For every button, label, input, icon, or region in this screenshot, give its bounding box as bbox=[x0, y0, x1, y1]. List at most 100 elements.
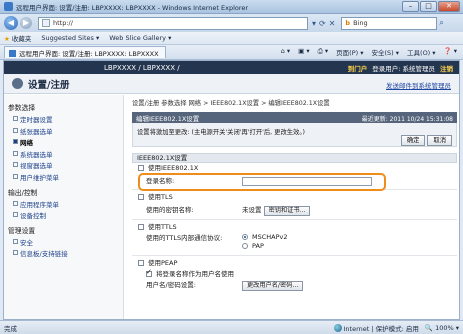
url-input[interactable]: http:// bbox=[38, 16, 308, 30]
panel-header: 编辑IEEE802.1X设置 最近更新: 2011 10/24 15:31:08 bbox=[132, 112, 457, 123]
dropdown-icon[interactable]: ▾ bbox=[312, 19, 316, 28]
status-right: Internet | 保护模式: 启用 🔍 100% ▾ bbox=[333, 323, 463, 333]
sidebar-item-paper[interactable]: 纸张器选单 bbox=[8, 126, 123, 138]
sidebar-item-timer[interactable]: 定时器设置 bbox=[8, 114, 123, 126]
sidebar-item-security[interactable]: 安全 bbox=[8, 237, 123, 249]
star-icon: ★ bbox=[4, 35, 10, 43]
page-icon bbox=[42, 19, 50, 27]
ttls-protocol-row: 使用的TTLS内部通信协议: MSCHAPv2 PAP bbox=[132, 233, 457, 253]
login-name-row: 登录名称: bbox=[132, 173, 457, 191]
security-zone: Internet | 保护模式: 启用 bbox=[333, 323, 419, 333]
login-user: 登录用户: 系统管理员 bbox=[372, 65, 435, 73]
use-ieee-label: 使用IEEE802.1X bbox=[148, 164, 199, 172]
feeds-icon[interactable]: ▣ ▾ bbox=[298, 47, 309, 57]
use-ttls-checkbox[interactable] bbox=[138, 224, 144, 230]
cancel-button[interactable]: 取消 bbox=[427, 135, 452, 146]
sidebar-group-preferences: 参数选择 bbox=[8, 104, 36, 112]
form-buttons: 确定 取消 bbox=[400, 135, 452, 146]
tls-key-value: 未设置 密钥和证书... bbox=[242, 203, 311, 217]
back-button[interactable]: ◀ bbox=[4, 16, 18, 30]
radio-pap[interactable] bbox=[242, 243, 248, 249]
last-updated: 最近更新: 2011 10/24 15:31:08 bbox=[361, 116, 453, 123]
suggested-sites-link[interactable]: Suggested Sites ▾ bbox=[41, 34, 99, 42]
help-menu[interactable]: ❓ ▾ bbox=[444, 47, 457, 57]
use-peap-row: 使用PEAP bbox=[132, 258, 457, 269]
use-ttls-row: 使用TTLS bbox=[132, 222, 457, 233]
favorites-bar: ★ 收藏夹 Suggested Sites ▾ Web Slice Galler… bbox=[0, 32, 463, 45]
use-tls-row: 使用TLS bbox=[132, 192, 457, 203]
window-titlebar: 远程用户界面: 设置/注册: LBPXXXX: LBPXXXX - Window… bbox=[0, 0, 463, 14]
status-text: 完成 bbox=[4, 324, 17, 333]
print-icon[interactable]: ⎙ ▾ bbox=[318, 47, 329, 57]
address-bar: ◀ ▶ http:// ▾ ⟳ ✕ b Bing ⌕ bbox=[0, 14, 463, 32]
breadcrumb: 设置/注册 参数选择 网络 > IEEE802.1X设置 > 编辑IEEE802… bbox=[132, 100, 330, 107]
stop-icon[interactable]: ✕ bbox=[329, 19, 336, 28]
ttls-options: MSCHAPv2 PAP bbox=[242, 233, 288, 251]
page-title: 设置/注册 bbox=[28, 79, 70, 91]
divider bbox=[132, 255, 457, 256]
maximize-button[interactable]: □ bbox=[420, 1, 437, 12]
portal-link[interactable]: 到门户 bbox=[348, 63, 368, 73]
tls-key-label: 使用的密钥名称: bbox=[146, 206, 194, 214]
web-slice-gallery-link[interactable]: Web Slice Gallery ▾ bbox=[109, 34, 171, 42]
divider bbox=[132, 219, 457, 220]
refresh-icon[interactable]: ⟳ bbox=[319, 19, 326, 28]
change-user-button[interactable]: 更改用户名/密码... bbox=[242, 281, 304, 291]
notice-text: 设置将激加至更改: (主电源开关'关闭'再'打开'后, 更改生效。) bbox=[137, 129, 305, 136]
tab-bar: 远程用户界面: 设置/注册: LBPXXXX: LBPXXXX ⌂ ▾ ▣ ▾ … bbox=[0, 45, 463, 60]
close-button[interactable]: ✕ bbox=[438, 1, 460, 12]
section-header: IEEE802.1X设置 bbox=[132, 153, 457, 163]
page-menu[interactable]: 页面(P) ▾ bbox=[336, 47, 363, 57]
forward-button[interactable]: ▶ bbox=[20, 17, 32, 29]
tab-icon bbox=[9, 49, 16, 57]
page-header: 设置/注册 发送邮件到系统管理员 bbox=[4, 74, 459, 94]
tls-key-row: 使用的密钥名称: 未设置 密钥和证书... bbox=[132, 203, 457, 217]
sidebar-item-user-maintenance[interactable]: 用户维护菜单 bbox=[8, 172, 123, 184]
ttls-option-mschapv2[interactable]: MSCHAPv2 bbox=[242, 233, 288, 242]
url-text: http:// bbox=[53, 19, 73, 27]
use-login-as-user-checkbox[interactable] bbox=[146, 267, 152, 278]
sidebar-item-applications[interactable]: 应用程序菜单 bbox=[8, 199, 123, 211]
sidebar: 参数选择 定时器设置 纸张器选单 网络 系统器选单 视窗器选单 用户维护菜单 输… bbox=[4, 95, 124, 319]
tools-menu[interactable]: 工具(O) ▾ bbox=[407, 47, 436, 57]
window-controls: – □ ✕ bbox=[402, 1, 460, 12]
home-icon[interactable]: ⌂ ▾ bbox=[281, 47, 290, 57]
use-tls-checkbox[interactable] bbox=[138, 194, 144, 200]
ttls-option-pap[interactable]: PAP bbox=[242, 242, 288, 251]
zoom-level[interactable]: 🔍 100% ▾ bbox=[425, 324, 459, 332]
browser-tab[interactable]: 远程用户界面: 设置/注册: LBPXXXX: LBPXXXX bbox=[4, 46, 166, 58]
ok-button[interactable]: 确定 bbox=[400, 135, 426, 146]
radio-mschapv2[interactable] bbox=[242, 234, 248, 240]
tab-label: 远程用户界面: 设置/注册: LBPXXXX: LBPXXXX bbox=[19, 50, 159, 58]
header-links: 到门户 登录用户: 系统管理员 注销 bbox=[348, 63, 453, 73]
mail-admin-link[interactable]: 发送邮件到系统管理员 bbox=[386, 80, 451, 90]
use-ieee-checkbox[interactable] bbox=[138, 165, 144, 171]
search-input[interactable]: b Bing bbox=[341, 16, 438, 30]
device-name: LBPXXXX / LBPXXXX / bbox=[104, 63, 180, 72]
use-tls-label: 使用TLS bbox=[148, 193, 173, 201]
sidebar-item-system[interactable]: 系统器选单 bbox=[8, 149, 123, 161]
address-actions: ▾ ⟳ ✕ bbox=[312, 19, 335, 28]
key-cert-button[interactable]: 密钥和证书... bbox=[263, 206, 311, 216]
use-peap-checkbox[interactable] bbox=[138, 260, 144, 266]
ie-icon bbox=[4, 2, 13, 11]
highlight-box bbox=[138, 173, 386, 191]
ttls-protocol-label: 使用的TTLS内部通信协议: bbox=[146, 234, 223, 242]
search-icon[interactable]: ⌕ bbox=[439, 18, 443, 28]
logout-link[interactable]: 注销 bbox=[440, 63, 453, 73]
bing-icon: b bbox=[345, 19, 351, 27]
minimize-button[interactable]: – bbox=[402, 1, 419, 12]
favorites-button[interactable]: ★ 收藏夹 bbox=[4, 33, 31, 43]
safety-menu[interactable]: 安全(S) ▾ bbox=[372, 47, 400, 57]
web-page: LBPXXXX / LBPXXXX / 到门户 登录用户: 系统管理员 注销 设… bbox=[3, 60, 460, 320]
status-bar: 完成 Internet | 保护模式: 启用 🔍 100% ▾ bbox=[0, 320, 463, 334]
globe-icon bbox=[333, 323, 342, 332]
use-login-as-user-label: 将登录名称作为用户名使用 bbox=[156, 270, 234, 278]
sidebar-group-output: 输出/控制 bbox=[8, 188, 38, 197]
use-peap-label: 使用PEAP bbox=[148, 259, 178, 267]
device-header: LBPXXXX / LBPXXXX / 到门户 登录用户: 系统管理员 注销 bbox=[4, 61, 459, 74]
sidebar-item-network[interactable]: 网络 bbox=[8, 137, 123, 149]
sidebar-item-support-links[interactable]: 信息板/支持链接 bbox=[8, 248, 123, 260]
sidebar-item-device-control[interactable]: 设备控制 bbox=[8, 210, 123, 222]
sidebar-item-view[interactable]: 视窗器选单 bbox=[8, 160, 123, 172]
